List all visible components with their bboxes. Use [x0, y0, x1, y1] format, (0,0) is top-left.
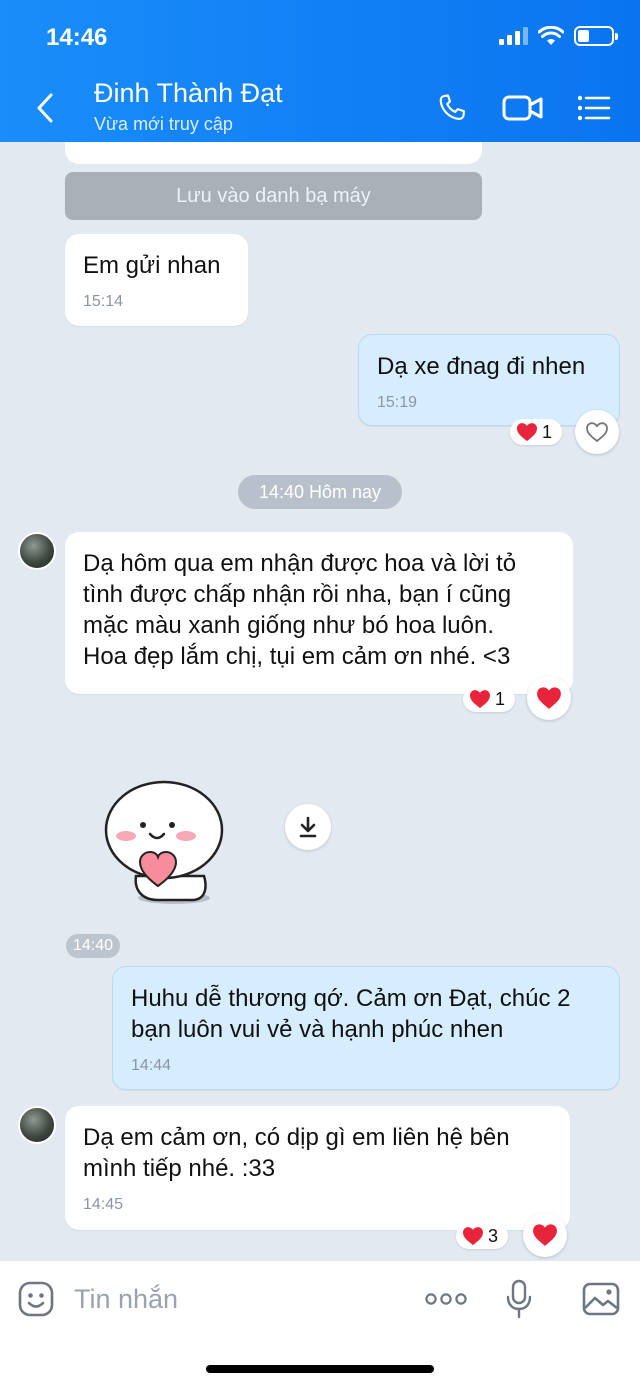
sticker[interactable]	[96, 772, 236, 912]
more-options-button[interactable]	[422, 1277, 470, 1321]
chat-area[interactable]: Lưu vào danh bạ máy Em gửi nhan 15:14 Dạ…	[0, 142, 640, 1260]
reaction-summary[interactable]: 1	[510, 419, 563, 445]
time-separator: 14:40 Hôm nay	[238, 475, 402, 509]
heart-icon	[533, 1224, 557, 1246]
voice-message-button[interactable]	[497, 1277, 541, 1321]
sticker-time: 14:40	[66, 934, 120, 958]
message-line: Huhu dễ thương qớ. Cảm ơn Đạt, chúc 2	[131, 985, 571, 1012]
image-picker-button[interactable]	[579, 1277, 623, 1321]
heart-icon	[470, 690, 490, 709]
signal-icon	[499, 27, 528, 45]
back-icon	[37, 93, 53, 123]
image-icon	[582, 1282, 620, 1316]
voice-call-button[interactable]	[432, 90, 472, 126]
message-line: bạn luôn vui vẻ và hạnh phúc nhen	[131, 1016, 504, 1043]
reaction-count: 1	[542, 421, 553, 442]
heart-outline-icon	[586, 422, 608, 443]
react-button[interactable]	[527, 676, 571, 720]
reaction-count: 3	[488, 1225, 499, 1246]
message-input[interactable]	[74, 1279, 394, 1319]
download-icon	[299, 816, 317, 838]
message-line: mình tiếp nhé. :33	[83, 1155, 276, 1182]
menu-icon	[577, 95, 611, 121]
avatar[interactable]	[18, 532, 56, 570]
wifi-icon	[538, 26, 564, 45]
avatar[interactable]	[18, 1106, 56, 1144]
chat-header: 14:46 Đinh Thành Đạt Vừa mới truy cập	[0, 0, 640, 142]
battery-icon	[574, 26, 618, 46]
status-time: 14:46	[46, 24, 108, 51]
message-time: 15:19	[377, 394, 418, 411]
message-line: mặc màu xanh giống như bó hoa luôn.	[83, 612, 495, 639]
previous-message-bubble	[65, 142, 482, 164]
message-line: Dạ hôm qua em nhận được hoa và lời tỏ	[83, 550, 517, 577]
message-composer	[0, 1260, 640, 1385]
home-indicator	[206, 1365, 434, 1373]
microphone-icon	[506, 1279, 532, 1319]
contact-status: Vừa mới truy cập	[94, 114, 233, 134]
status-icons	[499, 26, 618, 46]
heart-icon	[517, 423, 537, 442]
back-button[interactable]	[30, 92, 60, 124]
message-bubble-outgoing[interactable]: Huhu dễ thương qớ. Cảm ơn Đạt, chúc 2 bạ…	[112, 966, 620, 1090]
heart-icon	[537, 687, 561, 709]
video-call-icon	[502, 95, 543, 121]
message-bubble[interactable]: Em gửi nhan 15:14	[65, 234, 248, 326]
message-bubble-outgoing[interactable]: Dạ xe đnag đi nhen 15:19	[358, 334, 620, 426]
options-button[interactable]	[574, 90, 614, 126]
phone-icon	[439, 94, 465, 120]
reaction-summary[interactable]: 3	[456, 1223, 509, 1249]
message-time: 14:44	[131, 1057, 172, 1074]
message-bubble[interactable]: Dạ hôm qua em nhận được hoa và lời tỏ tì…	[65, 532, 573, 694]
message-text: Em gửi nhan	[83, 252, 221, 279]
heart-icon	[463, 1227, 483, 1246]
message-bubble[interactable]: Dạ em cảm ơn, có dịp gì em liên hệ bên m…	[65, 1106, 570, 1230]
message-line: Dạ em cảm ơn, có dịp gì em liên hệ bên	[83, 1124, 510, 1151]
reaction-summary[interactable]: 1	[463, 686, 516, 712]
save-contact-button[interactable]: Lưu vào danh bạ máy	[65, 172, 482, 220]
message-line: tình được chấp nhận rồi nha, bạn í cũng	[83, 581, 512, 608]
more-icon	[425, 1293, 467, 1305]
reaction-count: 1	[495, 688, 506, 709]
message-time: 14:45	[83, 1196, 124, 1213]
react-button[interactable]	[523, 1213, 567, 1257]
video-call-button[interactable]	[500, 90, 546, 126]
message-line: Hoa đẹp lắm chị, tụi em cảm ơn nhé. <3	[83, 643, 511, 670]
download-button[interactable]	[285, 804, 331, 850]
emoji-button[interactable]	[14, 1277, 58, 1321]
message-time: 15:14	[83, 293, 124, 310]
react-button[interactable]	[575, 410, 619, 454]
message-text: Dạ xe đnag đi nhen	[377, 353, 586, 380]
contact-name[interactable]: Đinh Thành Đạt	[94, 78, 283, 109]
emoji-icon	[18, 1281, 54, 1317]
